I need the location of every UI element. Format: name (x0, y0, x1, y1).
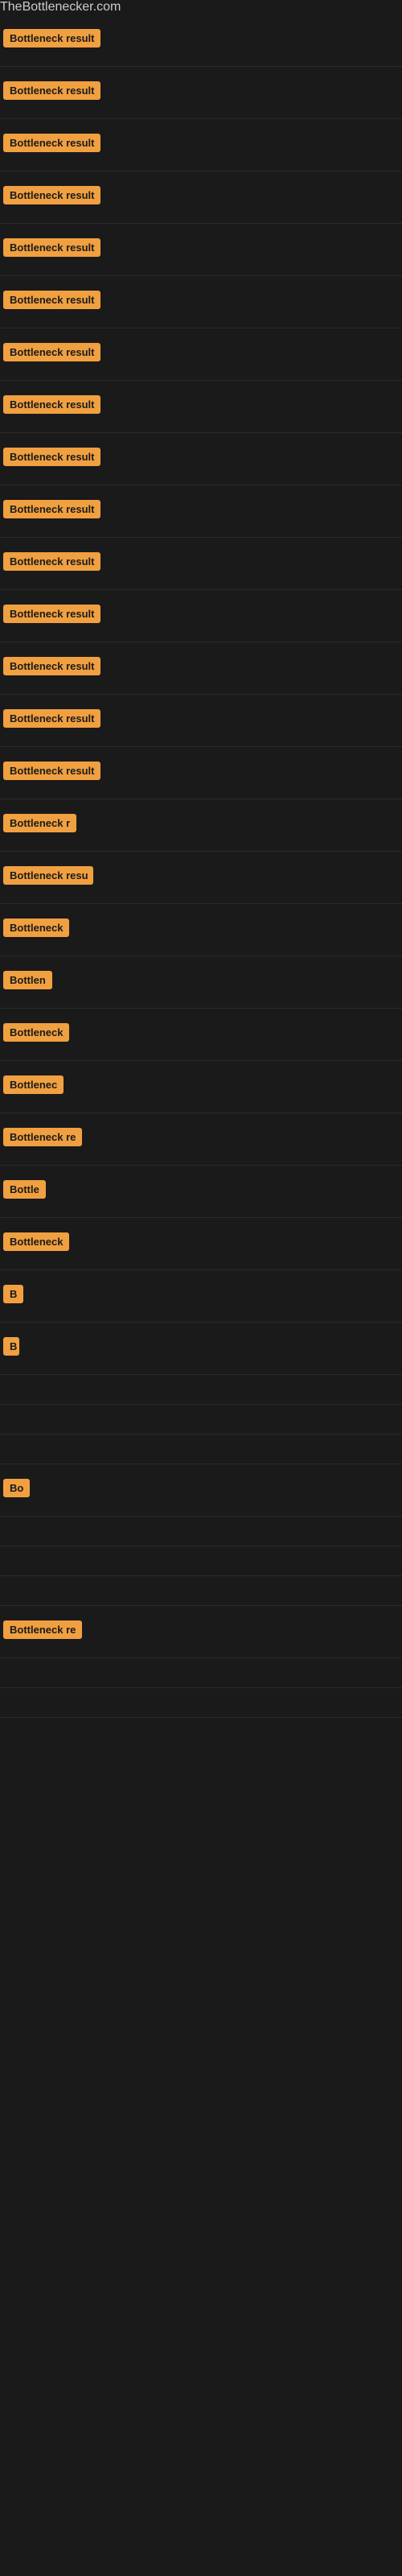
bottleneck-item: Bottleneck result (0, 224, 402, 276)
bottleneck-item: Bottleneck result (0, 590, 402, 642)
bottleneck-badge[interactable]: Bottleneck re (3, 1620, 82, 1639)
bottleneck-item (0, 1405, 402, 1435)
bottleneck-item: Bottleneck result (0, 14, 402, 67)
bottleneck-item: Bottleneck result (0, 538, 402, 590)
bottleneck-item: Bottleneck (0, 1009, 402, 1061)
bottleneck-badge[interactable]: Bottleneck result (3, 657, 100, 675)
bottleneck-item: Bottleneck result (0, 433, 402, 485)
bottleneck-item: Bottlenec (0, 1061, 402, 1113)
bottleneck-badge[interactable]: B (3, 1285, 23, 1303)
bottleneck-badge[interactable]: Bottleneck (3, 1023, 69, 1042)
bottleneck-badge[interactable]: Bottleneck result (3, 343, 100, 361)
bottleneck-badge[interactable]: Bottlenec (3, 1075, 64, 1094)
bottleneck-badge[interactable]: Bottleneck (3, 919, 69, 937)
bottleneck-item: Bottleneck result (0, 381, 402, 433)
bottleneck-badge[interactable]: Bottleneck result (3, 134, 100, 152)
bottleneck-badge[interactable]: B (3, 1337, 19, 1356)
bottleneck-item: Bottleneck result (0, 67, 402, 119)
bottleneck-item (0, 1546, 402, 1576)
bottleneck-item: B (0, 1270, 402, 1323)
bottleneck-item: Bottle (0, 1166, 402, 1218)
bottleneck-item: B (0, 1323, 402, 1375)
bottleneck-item (0, 1688, 402, 1718)
bottleneck-badge[interactable]: Bottleneck result (3, 709, 100, 728)
bottleneck-badge[interactable]: Bottlen (3, 971, 52, 989)
bottleneck-badge[interactable]: Bottleneck (3, 1232, 69, 1251)
bottleneck-badge[interactable]: Bottleneck resu (3, 866, 93, 885)
bottleneck-item: Bottleneck result (0, 695, 402, 747)
site-title-bar: TheBottlenecker.com (0, 0, 402, 14)
bottleneck-item: Bottleneck resu (0, 852, 402, 904)
bottleneck-item: Bottleneck result (0, 642, 402, 695)
bottleneck-badge[interactable]: Bottleneck result (3, 500, 100, 518)
bottleneck-item: Bottleneck (0, 1218, 402, 1270)
bottleneck-item: Bottleneck result (0, 328, 402, 381)
bottleneck-badge[interactable]: Bottleneck result (3, 448, 100, 466)
bottleneck-badge[interactable]: Bottleneck result (3, 395, 100, 414)
bottleneck-item (0, 1517, 402, 1546)
bottleneck-badge[interactable]: Bottleneck result (3, 186, 100, 204)
bottleneck-badge[interactable]: Bo (3, 1479, 30, 1497)
bottleneck-item (0, 1576, 402, 1606)
bottleneck-badge[interactable]: Bottleneck result (3, 291, 100, 309)
bottleneck-item: Bottlen (0, 956, 402, 1009)
bottleneck-item: Bottleneck r (0, 799, 402, 852)
bottleneck-badge[interactable]: Bottleneck r (3, 814, 76, 832)
bottleneck-item (0, 1435, 402, 1464)
bottleneck-item: Bottleneck (0, 904, 402, 956)
bottleneck-item: Bottleneck re (0, 1606, 402, 1658)
bottleneck-badge[interactable]: Bottleneck result (3, 552, 100, 571)
bottleneck-badge[interactable]: Bottleneck result (3, 238, 100, 257)
bottleneck-item: Bo (0, 1464, 402, 1517)
bottleneck-item (0, 1658, 402, 1688)
site-title: TheBottlenecker.com (0, 0, 121, 20)
bottleneck-item: Bottleneck result (0, 747, 402, 799)
bottleneck-badge[interactable]: Bottleneck re (3, 1128, 82, 1146)
items-container: Bottleneck result Bottleneck result Bottle… (0, 14, 402, 1718)
bottleneck-item (0, 1375, 402, 1405)
bottleneck-item: Bottleneck re (0, 1113, 402, 1166)
bottleneck-badge[interactable]: Bottleneck result (3, 605, 100, 623)
bottleneck-badge[interactable]: Bottleneck result (3, 762, 100, 780)
bottleneck-item: Bottleneck result (0, 119, 402, 171)
bottleneck-badge[interactable]: Bottleneck result (3, 81, 100, 100)
bottleneck-item: Bottleneck result (0, 485, 402, 538)
bottleneck-badge[interactable]: Bottle (3, 1180, 46, 1199)
bottleneck-badge[interactable]: Bottleneck result (3, 29, 100, 47)
bottleneck-item: Bottleneck result (0, 171, 402, 224)
bottleneck-item: Bottleneck result (0, 276, 402, 328)
